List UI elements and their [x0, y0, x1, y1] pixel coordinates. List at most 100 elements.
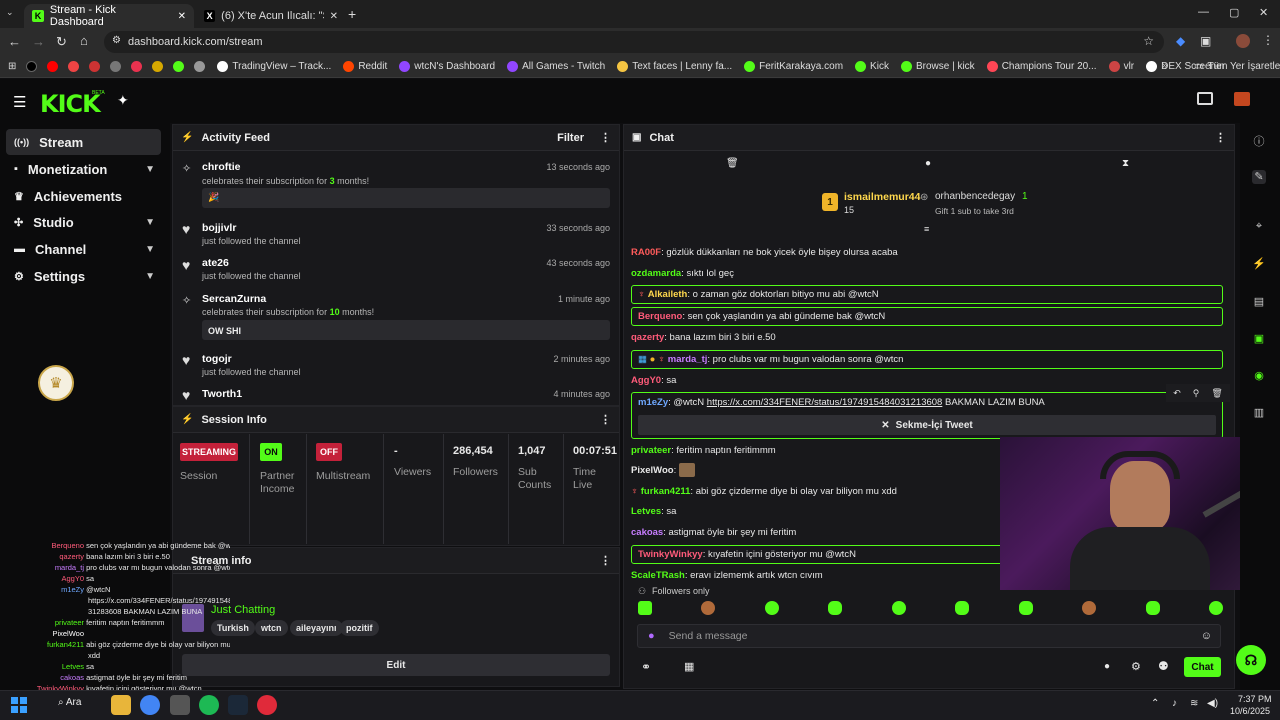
url-field[interactable]: ⚙ dashboard.kick.com/stream ☆: [104, 31, 1164, 53]
gmail-bookmark-icon[interactable]: [89, 61, 101, 72]
bookmark-vlr[interactable]: vlr: [1108, 61, 1134, 72]
emote-icon[interactable]: [1082, 601, 1097, 615]
clock-time[interactable]: 7:37 PM: [1238, 694, 1272, 704]
youtube-bookmark-icon[interactable]: [47, 61, 59, 72]
chat-username[interactable]: ScaleTRash: [631, 570, 685, 580]
activity-username[interactable]: Tworth1: [202, 388, 242, 400]
bookmark-icon[interactable]: [194, 61, 206, 72]
chat-link[interactable]: https://x.com/334FENER/status/1974915484…: [707, 397, 943, 408]
bookmark-reddit[interactable]: Reddit: [343, 61, 387, 72]
extension-icon[interactable]: ◆: [1176, 34, 1185, 48]
edit-button[interactable]: Edit: [182, 654, 610, 676]
more-options-icon[interactable]: ⋮: [1215, 131, 1226, 144]
bookmark-feritkarakaya[interactable]: FeritKarakaya.com: [744, 61, 843, 72]
bookmark-kick[interactable]: Kick: [855, 61, 889, 72]
chat-username[interactable]: AggY0: [631, 375, 661, 386]
chat-username[interactable]: cakoas: [631, 527, 663, 538]
close-window-icon[interactable]: ✕: [1259, 6, 1268, 19]
bookmark-browse-kick[interactable]: Browse | kick: [900, 61, 975, 72]
minimize-icon[interactable]: —: [1198, 6, 1209, 18]
reply-icon[interactable]: ↶: [1173, 388, 1181, 399]
emoji-icon[interactable]: ☺: [1201, 630, 1212, 642]
bookmark-icon[interactable]: [131, 61, 143, 72]
site-info-icon[interactable]: ⚙: [112, 35, 121, 46]
second-gifter-name[interactable]: orhanbencedegay: [935, 191, 1015, 202]
sidebar-item-stream[interactable]: ((•)) Stream: [6, 129, 161, 155]
bookmark-icon[interactable]: [110, 61, 122, 72]
pinned-collapse-icon[interactable]: ≡: [924, 224, 929, 234]
bookmark-twitch-dashboard[interactable]: wtcN's Dashboard: [399, 61, 495, 72]
emote-icon[interactable]: [1145, 601, 1160, 615]
maximize-icon[interactable]: ▢: [1229, 6, 1239, 19]
activity-username[interactable]: SercanZurna: [202, 293, 266, 305]
sidebar-item-settings[interactable]: ⚙ Settings ▼: [6, 263, 161, 289]
trash-icon[interactable]: 🗑: [1211, 388, 1222, 399]
chat-username[interactable]: RA00F: [631, 247, 661, 258]
all-bookmarks-folder[interactable]: ▭ Tüm Yer İşaretleri: [1194, 61, 1280, 72]
emote-icon[interactable]: [1208, 601, 1223, 615]
info-icon[interactable]: ⓘ: [1252, 133, 1266, 148]
taskbar-search[interactable]: ⌕ Ara: [58, 697, 81, 708]
forward-icon[interactable]: →: [32, 34, 45, 49]
back-icon[interactable]: ←: [8, 34, 21, 49]
bookmark-icon[interactable]: [152, 61, 164, 72]
activity-username[interactable]: ate26: [202, 257, 229, 269]
layout-icon[interactable]: ▥: [1252, 406, 1266, 420]
chat-input[interactable]: ● Send a message ☺: [637, 624, 1221, 648]
kick-logo[interactable]: KICK: [40, 90, 101, 118]
chat-send-button[interactable]: Chat: [1184, 657, 1221, 677]
activity-username[interactable]: togojr: [202, 353, 232, 365]
sidebar-item-studio[interactable]: ✣ Studio ▼: [6, 209, 161, 235]
chat-icon[interactable]: ▣: [1252, 332, 1266, 346]
mic-icon[interactable]: ●: [648, 630, 655, 642]
more-options-icon[interactable]: ⋮: [600, 413, 611, 426]
trash-icon[interactable]: 🗑: [726, 158, 739, 169]
chrome-icon[interactable]: [140, 695, 160, 715]
bookmark-twitch-games[interactable]: All Games - Twitch: [507, 61, 605, 72]
chat-username[interactable]: Letves: [631, 506, 661, 517]
broadcast-icon[interactable]: ◉: [1252, 369, 1266, 383]
tag-chip[interactable]: wtcn: [255, 620, 288, 636]
sidebar-item-monetization[interactable]: ▪ Monetization ▼: [6, 156, 161, 182]
close-icon[interactable]: ✕: [178, 11, 186, 22]
activity-username[interactable]: chroftie: [202, 161, 241, 173]
more-options-icon[interactable]: ⋮: [600, 131, 611, 144]
x-bookmark-icon[interactable]: [26, 61, 38, 72]
chat-username[interactable]: marda_tj: [668, 354, 708, 365]
filter-button[interactable]: Filter: [557, 132, 584, 144]
gear-icon[interactable]: ⚙: [1131, 660, 1141, 673]
windows-start-icon[interactable]: [11, 697, 27, 713]
pin-icon[interactable]: ⚲: [1193, 388, 1200, 399]
bookmark-champions-tour[interactable]: Champions Tour 20...: [986, 61, 1097, 72]
bookmark-icon[interactable]: [173, 61, 185, 72]
chevron-up-icon[interactable]: ⌃: [1151, 698, 1159, 709]
extensions-puzzle-icon[interactable]: ▣: [1200, 34, 1211, 48]
emote-icon[interactable]: [828, 601, 843, 615]
chat-username[interactable]: ozdamarda: [631, 268, 681, 279]
chat-username[interactable]: Berqueno: [638, 311, 682, 322]
bookmark-icon[interactable]: [68, 61, 80, 72]
activity-username[interactable]: bojjivlr: [202, 222, 236, 234]
pencil-icon[interactable]: ✎: [1252, 170, 1266, 184]
tab-kick-dashboard[interactable]: K Stream - Kick Dashboard ✕: [24, 4, 194, 28]
chat-username[interactable]: Alkaileth: [648, 289, 688, 300]
bookmark-tradingview[interactable]: TradingView – Track...: [217, 61, 331, 72]
wand-icon[interactable]: ✦: [117, 92, 129, 109]
chat-bubble-icon[interactable]: ●: [925, 158, 931, 169]
bolt-icon[interactable]: ⚡: [1252, 257, 1266, 271]
more-options-icon[interactable]: ⋮: [600, 554, 611, 567]
tag-chip[interactable]: aileyayını: [290, 620, 343, 636]
emote-icon[interactable]: [764, 601, 779, 615]
hourglass-icon[interactable]: ⧗: [1122, 158, 1129, 169]
store-icon[interactable]: ▦: [684, 660, 694, 673]
scan-icon[interactable]: ⌖: [1252, 220, 1266, 234]
chat-username[interactable]: PixelWoo: [631, 465, 674, 476]
sidebar-item-channel[interactable]: ▬ Channel ▼: [6, 236, 161, 262]
clock-date[interactable]: 10/6/2025: [1230, 706, 1270, 716]
home-icon[interactable]: ⌂: [80, 33, 88, 48]
top-gifter-name[interactable]: ismailmemur44: [844, 191, 920, 203]
chat-username[interactable]: furkan4211: [641, 486, 691, 497]
user-avatar[interactable]: [1234, 92, 1250, 106]
emote-icon[interactable]: [638, 601, 652, 615]
more-bookmarks-icon[interactable]: »: [1162, 60, 1168, 71]
